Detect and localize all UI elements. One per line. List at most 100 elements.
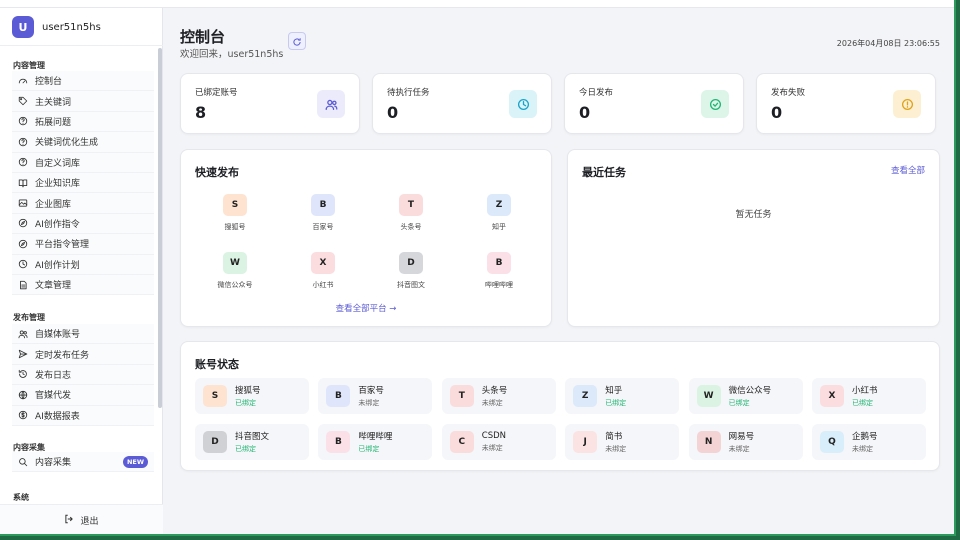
help-circle-icon: [18, 116, 28, 126]
sidebar-item-label: 内容采集: [35, 458, 72, 469]
account-item[interactable]: B 哔哩哔哩 已绑定: [318, 424, 433, 460]
account-name: CSDN: [481, 431, 507, 441]
platform-logo: Q: [820, 431, 844, 453]
status-badge: 已绑定: [235, 445, 256, 453]
account-name: 头条号: [481, 386, 508, 396]
sidebar-item[interactable]: 主关键词: [12, 91, 154, 112]
sidebar-item-label: 关键词优化生成: [35, 138, 99, 149]
sidebar-scrollbar[interactable]: [158, 48, 162, 408]
sidebar-nav-list: 自媒体账号 定时发布任务 发布日志 官媒代发 AI数据报表: [12, 324, 154, 426]
account-text: 微信公众号 已绑定: [729, 384, 772, 408]
sidebar-item[interactable]: 发布日志: [12, 364, 154, 386]
view-all-platforms-link[interactable]: 查看全部平台 →: [181, 302, 551, 314]
sidebar-item-label: 控制台: [35, 77, 63, 88]
platform-shortcut[interactable]: T 头条号: [381, 194, 441, 232]
sidebar-item[interactable]: 平台指令管理: [12, 234, 154, 255]
window-title-strip: [0, 0, 954, 8]
sidebar-item-label: AI创作指令: [35, 219, 80, 230]
platform-logo: N: [696, 431, 721, 453]
stat-card: 已绑定账号 8: [180, 73, 360, 134]
platform-shortcut[interactable]: W 微信公众号: [205, 252, 265, 290]
sidebar-nav-list: 内容采集 NEW: [12, 452, 154, 473]
platform-shortcut[interactable]: S 搜狐号: [205, 194, 265, 232]
dollar-icon: [18, 410, 28, 420]
account-item[interactable]: N 网易号未绑定: [688, 424, 803, 460]
stat-label: 发布失败: [771, 88, 806, 98]
account-name: 网易号: [728, 432, 755, 442]
divider: [0, 45, 163, 46]
sidebar-item-label: 企业知识库: [35, 179, 81, 190]
platform-logo: S: [223, 194, 247, 216]
sidebar-item-label: AI创作计划: [35, 260, 80, 271]
account-name: 搜狐号: [235, 386, 261, 396]
logout-button[interactable]: 退出: [0, 504, 163, 534]
sidebar-item[interactable]: 关键词优化生成: [12, 132, 154, 153]
sidebar-item[interactable]: 定时发布任务: [12, 344, 154, 365]
account-item[interactable]: B 百家号 未绑定: [318, 378, 433, 414]
help-circle-icon: [18, 157, 28, 167]
page-title: 控制台: [180, 28, 226, 46]
account-text: 哔哩哔哩 已绑定: [358, 430, 392, 454]
platform-shortcut[interactable]: X 小红书: [293, 252, 353, 290]
account-text: 企鹅号 未绑定: [852, 430, 878, 454]
sidebar-item[interactable]: 企业图库: [12, 193, 154, 214]
main-content: 控制台 欢迎回来，user51n5hs 2026年04月08日 23:06:55…: [164, 8, 954, 534]
account-item[interactable]: Z 知乎 已绑定: [565, 378, 680, 414]
sidebar-item-label: 自定义词库: [35, 158, 81, 169]
status-badge: 未绑定: [481, 444, 503, 452]
sidebar-item[interactable]: 拓展问题: [12, 111, 154, 133]
user-profile[interactable]: U user51n5hs: [12, 16, 101, 38]
account-text: 知乎 已绑定: [605, 384, 626, 408]
send-icon: [18, 349, 28, 359]
platform-name: 百家号: [312, 223, 334, 231]
dashboard-icon: [18, 76, 28, 86]
current-datetime: 2026年04月08日 23:06:55: [836, 39, 940, 48]
account-item[interactable]: C CSDN 未绑定: [441, 424, 556, 460]
sidebar-item[interactable]: 文章管理: [12, 274, 154, 296]
stat-value: 8: [195, 103, 207, 122]
status-badge: 未绑定: [481, 399, 503, 407]
document-icon: [18, 280, 28, 290]
account-status-card: 账号状态 S 搜狐号 已绑定 B 百家号 未绑定 T 头条号 未绑定 Z 知乎 已绑定 W 微信公众号 已绑…: [180, 341, 940, 471]
account-text: CSDN 未绑定: [482, 431, 506, 453]
sidebar-item[interactable]: AI创作指令: [12, 213, 154, 235]
status-badge: 未绑定: [358, 399, 380, 407]
sidebar-nav-list: 控制台主关键词拓展问题关键词优化生成 自定义词库企业知识库企业图库 AI创作指令平台…: [12, 71, 154, 296]
sidebar-item[interactable]: 控制台: [12, 71, 154, 92]
platform-shortcut[interactable]: B 百家号: [293, 194, 353, 232]
sidebar-item-label: 主关键词: [35, 97, 72, 108]
platform-logo: S: [203, 385, 227, 407]
logout-icon: [64, 514, 74, 527]
sidebar-item[interactable]: 内容采集 NEW: [12, 452, 154, 473]
sidebar-item[interactable]: AI创作计划: [12, 254, 154, 275]
sidebar-item[interactable]: 企业知识库: [12, 172, 154, 194]
account-item[interactable]: D 抖音图文 已绑定: [195, 424, 309, 460]
platform-shortcut[interactable]: B 哔哩哔哩: [469, 252, 529, 290]
sidebar-section-title: 内容管理: [13, 61, 45, 70]
users-icon: [18, 329, 28, 339]
sidebar-item[interactable]: 官媒代发: [12, 385, 154, 406]
stat-label: 已绑定账号: [195, 88, 238, 98]
account-item[interactable]: W 微信公众号 已绑定: [688, 378, 803, 414]
platform-logo: Z: [487, 194, 511, 216]
account-item[interactable]: J 简书 未绑定: [565, 424, 680, 460]
sidebar-item[interactable]: AI数据报表: [12, 405, 154, 426]
platform-logo: T: [399, 194, 423, 216]
account-item[interactable]: Q 企鹅号 未绑定: [812, 424, 926, 460]
clock-icon: [509, 90, 537, 118]
sidebar-item[interactable]: 自媒体账号: [12, 324, 154, 345]
status-badge: 未绑定: [728, 445, 750, 453]
account-item[interactable]: S 搜狐号 已绑定: [195, 378, 309, 414]
platform-shortcut[interactable]: D 抖音图文: [381, 252, 441, 290]
platform-shortcut[interactable]: Z 知乎: [469, 194, 529, 232]
status-badge: 未绑定: [605, 445, 627, 453]
view-all-tasks-link[interactable]: 查看全部: [891, 164, 925, 176]
refresh-button[interactable]: [288, 32, 306, 50]
account-name: 知乎: [605, 386, 623, 396]
account-item[interactable]: X 小红书 已绑定: [812, 378, 926, 414]
new-badge: NEW: [122, 455, 148, 468]
account-item[interactable]: T 头条号 未绑定: [441, 378, 556, 414]
sidebar-item[interactable]: 自定义词库: [12, 152, 154, 173]
platform-name: 头条号: [400, 223, 422, 231]
clock-icon: [18, 259, 28, 269]
